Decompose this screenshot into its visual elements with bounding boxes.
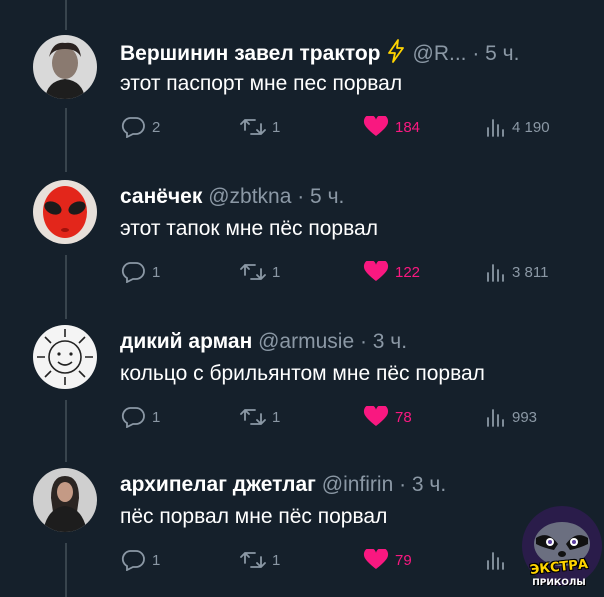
retweet-button[interactable]: 1	[240, 548, 280, 572]
retweet-button[interactable]: 1	[240, 260, 280, 284]
timeline: Вершинин завел трактор @R... · 5 ч. этот …	[0, 0, 604, 597]
like-count: 122	[395, 263, 421, 281]
handle-time[interactable]: @armusie · 3 ч.	[258, 330, 407, 353]
reply-button[interactable]: 1	[120, 260, 160, 284]
reply-button[interactable]: 1	[120, 548, 160, 572]
views-icon	[487, 119, 504, 137]
tweet-text: этот паспорт мне пес порвал	[120, 72, 403, 95]
tweet-text: пёс порвал мне пёс порвал	[120, 505, 388, 528]
retweet-count: 1	[272, 263, 281, 281]
retweet-icon	[240, 119, 266, 135]
views-icon	[487, 409, 504, 427]
avatar[interactable]	[33, 325, 97, 389]
tweet-text: кольцо с брильянтом мне пёс порвал	[120, 362, 485, 385]
red-alien-avatar-icon	[33, 180, 97, 244]
views-button[interactable]: 3 811	[484, 260, 548, 284]
handle-time[interactable]: @zbtkna · 5 ч.	[208, 185, 344, 208]
reply-count: 1	[152, 408, 161, 426]
retweet-button[interactable]: 1	[240, 115, 280, 139]
like-count: 78	[395, 408, 412, 426]
display-name[interactable]: дикий арман	[120, 330, 252, 353]
heart-icon	[363, 116, 389, 136]
avatar[interactable]	[33, 180, 97, 244]
views-icon	[487, 264, 504, 282]
like-count: 79	[395, 551, 412, 569]
like-count: 184	[395, 118, 421, 136]
tweet[interactable]: Вершинин завел трактор @R... · 5 ч. этот …	[0, 35, 604, 175]
views-button[interactable]	[484, 548, 512, 572]
retweet-count: 1	[272, 408, 281, 426]
tweet-text: этот тапок мне пёс порвал	[120, 217, 378, 240]
like-button[interactable]: 78	[363, 405, 412, 429]
retweet-button[interactable]: 1	[240, 405, 280, 429]
reply-count: 2	[152, 118, 161, 136]
view-count: 993	[512, 408, 538, 426]
watermark-subtitle: ПРИКОЛЫ	[532, 578, 586, 588]
reply-icon	[121, 407, 145, 428]
views-button[interactable]: 4 190	[484, 115, 550, 139]
like-button[interactable]: 184	[363, 115, 420, 139]
handle-time[interactable]: @R... · 5 ч.	[413, 42, 520, 65]
heart-icon	[363, 549, 389, 569]
avatar[interactable]	[33, 35, 97, 99]
view-count: 4 190	[512, 118, 550, 136]
retweet-icon	[240, 264, 266, 280]
reply-icon	[121, 262, 145, 283]
retweet-icon	[240, 409, 266, 425]
retweet-count: 1	[272, 551, 281, 569]
tweet-header: дикий арман @armusie · 3 ч.	[120, 329, 407, 355]
tweet-actions: 1 1 78 993	[120, 405, 560, 429]
retweet-icon	[240, 552, 266, 568]
tweet[interactable]: санёчек @zbtkna · 5 ч. этот тапок мне пё…	[0, 180, 604, 320]
avatar[interactable]	[33, 468, 97, 532]
tweet-header: Вершинин завел трактор @R... · 5 ч.	[120, 39, 519, 70]
display-name[interactable]: архипелаг джетлаг	[120, 473, 316, 496]
handle-time[interactable]: @infirin · 3 ч.	[322, 473, 446, 496]
reply-button[interactable]: 1	[120, 405, 160, 429]
like-button[interactable]: 122	[363, 260, 420, 284]
reply-count: 1	[152, 263, 161, 281]
reply-button[interactable]: 2	[120, 115, 160, 139]
views-button[interactable]: 993	[484, 405, 537, 429]
heart-icon	[363, 406, 389, 426]
man-portrait-avatar-icon	[33, 35, 97, 99]
view-count: 3 811	[512, 263, 549, 281]
retweet-count: 1	[272, 118, 281, 136]
tweet-header: архипелаг джетлаг @infirin · 3 ч.	[120, 472, 446, 498]
sun-face-avatar-icon	[33, 325, 97, 389]
lightning-icon	[387, 39, 405, 70]
tweet-actions: 1 1 122 3 811	[120, 260, 560, 284]
reply-icon	[121, 550, 145, 571]
display-name[interactable]: Вершинин завел трактор	[120, 42, 381, 65]
display-name[interactable]: санёчек	[120, 185, 202, 208]
reply-icon	[121, 117, 145, 138]
tweet-actions: 2 1 184 4 190	[120, 115, 560, 139]
thread-line	[65, 0, 67, 30]
woman-portrait-avatar-icon	[33, 468, 97, 532]
views-icon	[487, 552, 504, 570]
tweet-actions: 1 1 79	[120, 548, 560, 572]
like-button[interactable]: 79	[363, 548, 412, 572]
heart-icon	[363, 261, 389, 281]
reply-count: 1	[152, 551, 161, 569]
tweet[interactable]: дикий арман @armusie · 3 ч. кольцо с бри…	[0, 325, 604, 465]
tweet-header: санёчек @zbtkna · 5 ч.	[120, 184, 344, 210]
watermark-logo: ЭКСТРА ПРИКОЛЫ	[514, 504, 604, 597]
